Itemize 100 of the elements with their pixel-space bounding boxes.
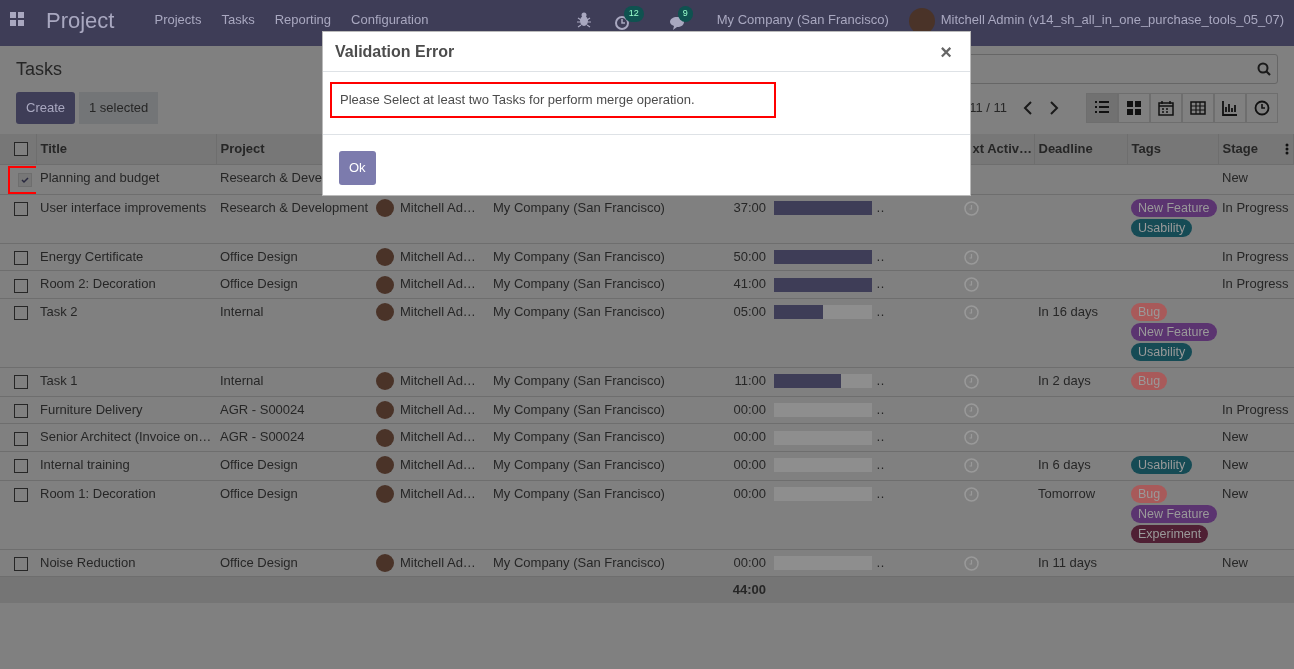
- more-options-icon[interactable]: [1285, 142, 1289, 155]
- apps-menu-icon[interactable]: [10, 12, 24, 26]
- tag-pill: Bug: [1131, 302, 1168, 321]
- assignee-name: Mitchell Ad…: [400, 248, 476, 264]
- table-cell: My Company (San Francisco): [493, 276, 665, 292]
- ellipsis-text: …: [876, 199, 886, 215]
- row-checkbox[interactable]: [14, 431, 28, 446]
- page-title: Tasks: [16, 57, 62, 81]
- row-checkbox[interactable]: [14, 375, 28, 390]
- table-cell: In 2 days: [1038, 372, 1091, 388]
- hours-cell: 37:00: [733, 199, 766, 215]
- table-cell: Planning and budget: [40, 169, 160, 185]
- kanban-view-button[interactable]: [1118, 92, 1150, 123]
- hours-cell: 00:00: [733, 456, 766, 472]
- ellipsis-text: …: [876, 485, 886, 501]
- table-cell: My Company (San Francisco): [493, 429, 665, 445]
- app-title: Project: [46, 10, 115, 32]
- table-cell: New: [1222, 429, 1248, 445]
- row-checkbox[interactable]: [14, 488, 28, 503]
- next-icon[interactable]: [1049, 100, 1059, 115]
- row-checkbox[interactable]: [14, 202, 28, 217]
- ellipsis-text: …: [876, 276, 886, 292]
- row-checkbox[interactable]: [14, 404, 28, 419]
- row-checkbox[interactable]: [14, 306, 28, 321]
- ellipsis-text: …: [876, 248, 886, 264]
- row-checkbox[interactable]: [18, 172, 32, 187]
- menu-item[interactable]: Reporting: [274, 12, 332, 28]
- assignee-name: Mitchell Ad…: [400, 199, 476, 215]
- close-button[interactable]: ×: [934, 41, 958, 62]
- selection-counter[interactable]: 1 selected: [79, 92, 159, 124]
- error-message: Please Select at least two Tasks for perform merge operation.: [330, 82, 776, 118]
- table-cell: Task 1: [40, 372, 78, 388]
- table-cell: Office Design: [220, 456, 298, 472]
- search-icon: [1257, 62, 1271, 76]
- notification-count: 12: [623, 6, 644, 22]
- table-cell: New: [1222, 554, 1248, 570]
- row-checkbox[interactable]: [14, 557, 28, 572]
- table-cell: Tomorrow: [1038, 485, 1096, 501]
- assignee-name: Mitchell Ad…: [400, 276, 476, 292]
- tag-pill: Usability: [1131, 218, 1193, 237]
- notification-count: 9: [677, 6, 693, 22]
- menu-item[interactable]: Tasks: [221, 12, 255, 28]
- tags-header[interactable]: Tags: [1131, 140, 1161, 156]
- create-button[interactable]: Create: [16, 92, 76, 124]
- ok-button[interactable]: Ok: [339, 151, 376, 185]
- bug-icon[interactable]: [576, 12, 591, 28]
- company-switcher[interactable]: My Company (San Francisco): [716, 12, 889, 28]
- menu-item[interactable]: Projects: [154, 12, 202, 28]
- select-all-checkbox[interactable]: [14, 142, 28, 157]
- table-cell: Senior Architect (Invoice on…: [40, 429, 212, 445]
- user-avatar: [908, 8, 935, 34]
- menu-item[interactable]: Configuration: [351, 12, 429, 28]
- graph-view-button[interactable]: [1214, 92, 1246, 123]
- activity-view-button[interactable]: [1246, 92, 1278, 123]
- row-checkbox[interactable]: [14, 459, 28, 474]
- table-cell: My Company (San Francisco): [493, 199, 665, 215]
- table-cell: My Company (San Francisco): [493, 456, 665, 472]
- dialog-title: Validation Error: [335, 41, 455, 62]
- table-cell: AGR - S00024: [220, 401, 305, 417]
- table-cell: Room 2: Decoration: [40, 276, 156, 292]
- user-menu[interactable]: Mitchell Admin (v14_sh_all_in_one_purchase_tools_05_07): [940, 12, 1284, 28]
- table-cell: New: [1222, 456, 1248, 472]
- tag-pill: New Feature: [1131, 198, 1217, 217]
- assignee-name: Mitchell Ad…: [400, 456, 476, 472]
- row-checkbox[interactable]: [14, 251, 28, 266]
- list-icon: [1094, 99, 1110, 116]
- table-icon: [1190, 99, 1206, 116]
- calendar-icon: [1158, 99, 1174, 116]
- user-avatar: [376, 248, 394, 267]
- list-view-button[interactable]: [1086, 92, 1118, 123]
- clock-icon: [1254, 99, 1270, 116]
- table-cell: Room 1: Decoration: [40, 485, 156, 501]
- ellipsis-text: …: [876, 303, 886, 319]
- table-cell: Office Design: [220, 248, 298, 264]
- hours-cell: 00:00: [733, 401, 766, 417]
- tag-pill: New Feature: [1131, 504, 1217, 523]
- check-icon: [20, 174, 30, 185]
- table-cell: Research & Development: [220, 199, 369, 215]
- hours-cell: 11:00: [734, 372, 766, 388]
- assignee-name: Mitchell Ad…: [400, 303, 476, 319]
- table-cell: Furniture Delivery: [40, 401, 143, 417]
- ellipsis-text: …: [876, 372, 886, 388]
- project-header[interactable]: Project: [220, 140, 265, 156]
- table-cell: Research & Deve: [220, 169, 322, 185]
- table-cell: My Company (San Francisco): [493, 248, 665, 264]
- tag-pill: Usability: [1131, 455, 1193, 474]
- user-avatar: [376, 401, 394, 420]
- table-cell: Noise Reduction: [40, 554, 136, 570]
- clock-icon[interactable]: [614, 15, 629, 30]
- calendar-view-button[interactable]: [1150, 92, 1182, 123]
- table-cell: AGR - S00024: [220, 429, 305, 445]
- table-cell: User interface improvements: [40, 199, 207, 215]
- previous-icon[interactable]: [1023, 100, 1033, 115]
- pager-value[interactable]: 11 / 11: [969, 98, 1007, 118]
- title-header[interactable]: Title: [40, 140, 67, 156]
- user-avatar: [376, 372, 394, 391]
- assignee-name: Mitchell Ad…: [400, 554, 476, 570]
- pivot-view-button[interactable]: [1182, 92, 1214, 123]
- row-checkbox[interactable]: [14, 278, 28, 293]
- table-cell: My Company (San Francisco): [493, 485, 665, 501]
